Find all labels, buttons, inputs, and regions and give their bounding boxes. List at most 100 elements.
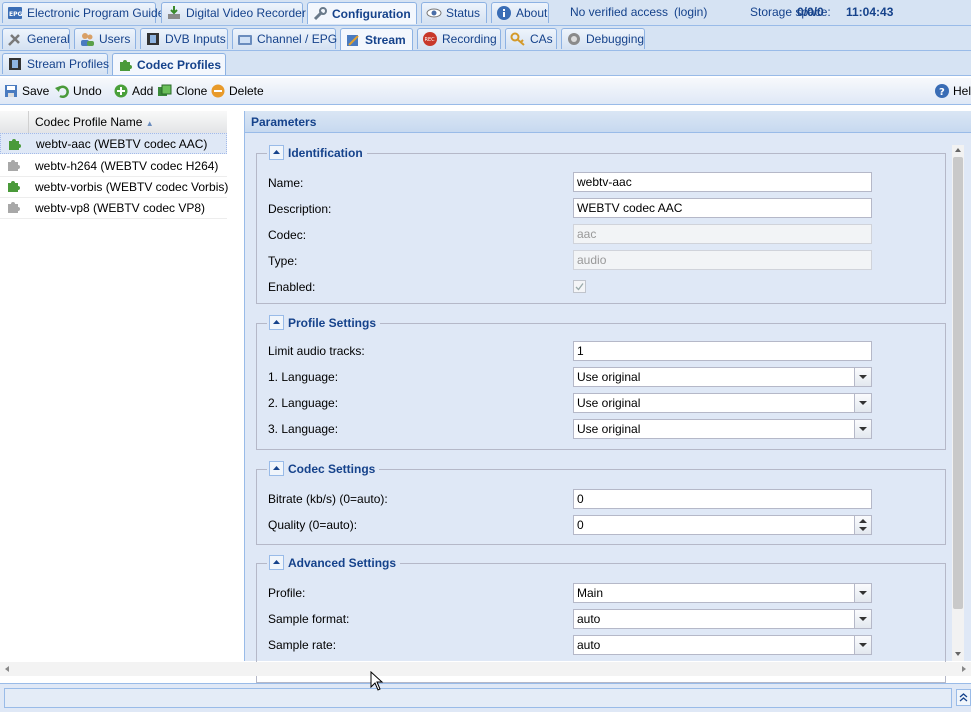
profile-select[interactable]: Main: [573, 583, 872, 603]
column-header-name[interactable]: Codec Profile Name ▲: [35, 111, 154, 135]
tab-label: Stream: [365, 32, 406, 47]
row-name: webtv-h264 (WEBTV codec H264): [35, 158, 219, 173]
table-row[interactable]: webtv-vp8 (WEBTV codec VP8): [0, 197, 227, 219]
grid-header: Codec Profile Name ▲: [0, 111, 227, 134]
sample-format-select[interactable]: auto: [573, 609, 872, 629]
vertical-scrollbar[interactable]: [952, 145, 964, 661]
tab-epg[interactable]: EPG Electronic Program Guide: [2, 2, 164, 23]
tab-label: Status: [446, 6, 481, 20]
quality-stepper[interactable]: 0: [573, 515, 872, 535]
film-icon: [7, 56, 23, 72]
tab-label: Debugging: [586, 32, 645, 46]
collapse-toggle[interactable]: [269, 461, 284, 476]
horizontal-scrollbar[interactable]: [0, 662, 971, 676]
scroll-thumb[interactable]: [953, 157, 963, 609]
collapse-toggle[interactable]: [269, 555, 284, 570]
clone-button[interactable]: Clone: [157, 78, 207, 104]
description-input[interactable]: WEBTV codec AAC: [573, 198, 872, 218]
language-2-label: 2. Language:: [268, 396, 339, 410]
clone-label: Clone: [176, 84, 208, 98]
delete-button[interactable]: Delete: [210, 78, 264, 104]
tools-icon: [7, 31, 23, 47]
login-link[interactable]: (login): [674, 0, 707, 24]
tab-label: About: [516, 6, 548, 20]
language-1-select[interactable]: Use original: [573, 367, 872, 387]
collapse-toggle[interactable]: [269, 315, 284, 330]
tab-label: General: [27, 32, 70, 46]
row-name: webtv-aac (WEBTV codec AAC): [36, 136, 208, 151]
chevron-down-icon[interactable]: [854, 636, 871, 654]
help-button[interactable]: ? Help: [934, 78, 971, 104]
tab-status[interactable]: Status: [421, 2, 487, 23]
chevron-down-icon[interactable]: [854, 610, 871, 628]
select-value: Use original: [577, 370, 641, 384]
tab-stream-profiles[interactable]: Stream Profiles: [2, 53, 109, 74]
tab-label: Electronic Program Guide: [27, 6, 165, 20]
tab-debugging[interactable]: Debugging: [561, 28, 645, 49]
profile-settings-legend: Profile Settings: [267, 315, 381, 330]
tab-codec-profiles[interactable]: Codec Profiles: [112, 53, 226, 75]
scroll-left-icon[interactable]: [2, 664, 12, 674]
save-icon: [3, 83, 19, 99]
tab-channel-epg[interactable]: Channel / EPG: [232, 28, 337, 49]
tab-about[interactable]: About: [491, 2, 549, 23]
tab-users[interactable]: Users: [74, 28, 136, 49]
save-label: Save: [22, 84, 50, 98]
scroll-right-icon[interactable]: [959, 664, 969, 674]
add-button[interactable]: Add: [113, 78, 153, 104]
log-panel-bar: [0, 683, 971, 712]
collapse-toggle[interactable]: [269, 145, 284, 160]
chevron-down-icon[interactable]: [854, 368, 871, 386]
language-1-label: 1. Language:: [268, 370, 339, 384]
name-input[interactable]: webtv-aac: [573, 172, 872, 192]
bug-icon: [566, 31, 582, 47]
tab-cas[interactable]: CAs: [505, 28, 557, 49]
language-3-select[interactable]: Use original: [573, 419, 872, 439]
select-value: Use original: [577, 396, 641, 410]
tab-dvr[interactable]: Digital Video Recorder: [161, 2, 306, 23]
spinner-arrows-icon[interactable]: [854, 516, 871, 534]
tab-general[interactable]: General: [2, 28, 70, 49]
scroll-down-icon[interactable]: [952, 649, 964, 659]
main-tabbar: EPG Electronic Program Guide Digital Vid…: [0, 0, 971, 26]
users-icon: [79, 31, 95, 47]
sample-format-label: Sample format:: [268, 612, 350, 626]
codec-settings-legend: Codec Settings: [267, 461, 380, 476]
tab-dvb-inputs[interactable]: DVB Inputs: [140, 28, 228, 49]
limit-audio-tracks-input[interactable]: 1: [573, 341, 872, 361]
row-name: webtv-vorbis (WEBTV codec Vorbis): [35, 179, 229, 194]
add-icon: [113, 83, 129, 99]
description-label: Description:: [268, 202, 332, 216]
table-row[interactable]: webtv-h264 (WEBTV codec H264): [0, 155, 227, 177]
scroll-up-icon[interactable]: [952, 145, 964, 155]
key-icon: [510, 31, 526, 47]
undo-button[interactable]: Undo: [54, 78, 102, 104]
tab-stream[interactable]: Stream: [340, 28, 413, 50]
table-row[interactable]: webtv-vorbis (WEBTV codec Vorbis): [0, 176, 229, 198]
storage-value: 0/0/0: [797, 5, 824, 19]
language-2-select[interactable]: Use original: [573, 393, 872, 413]
chevron-down-icon[interactable]: [854, 394, 871, 412]
language-3-label: 3. Language:: [268, 422, 339, 436]
table-row[interactable]: webtv-aac (WEBTV codec AAC): [0, 133, 227, 154]
clone-icon: [157, 83, 173, 99]
help-label: Help: [953, 84, 971, 98]
tab-configuration[interactable]: Configuration: [307, 2, 417, 24]
save-button[interactable]: Save: [3, 78, 49, 104]
stream-icon: [345, 32, 361, 48]
identification-fieldset: Identification Name: webtv-aac Descripti…: [256, 145, 946, 304]
tab-label: Configuration: [332, 6, 411, 21]
type-label: Type:: [268, 254, 298, 268]
sample-rate-select[interactable]: auto: [573, 635, 872, 655]
chevron-down-icon[interactable]: [854, 584, 871, 602]
tab-label: Recording: [442, 32, 497, 46]
tab-recording[interactable]: REC Recording: [417, 28, 501, 49]
select-value: auto: [577, 638, 601, 652]
codec-input: aac: [573, 224, 872, 244]
svg-text:REC: REC: [425, 37, 436, 43]
puzzle-icon: [117, 57, 133, 73]
bitrate-input[interactable]: 0: [573, 489, 872, 509]
limit-audio-tracks-label: Limit audio tracks:: [268, 344, 365, 358]
chevron-down-icon[interactable]: [854, 420, 871, 438]
expand-up-icon[interactable]: [956, 689, 971, 706]
